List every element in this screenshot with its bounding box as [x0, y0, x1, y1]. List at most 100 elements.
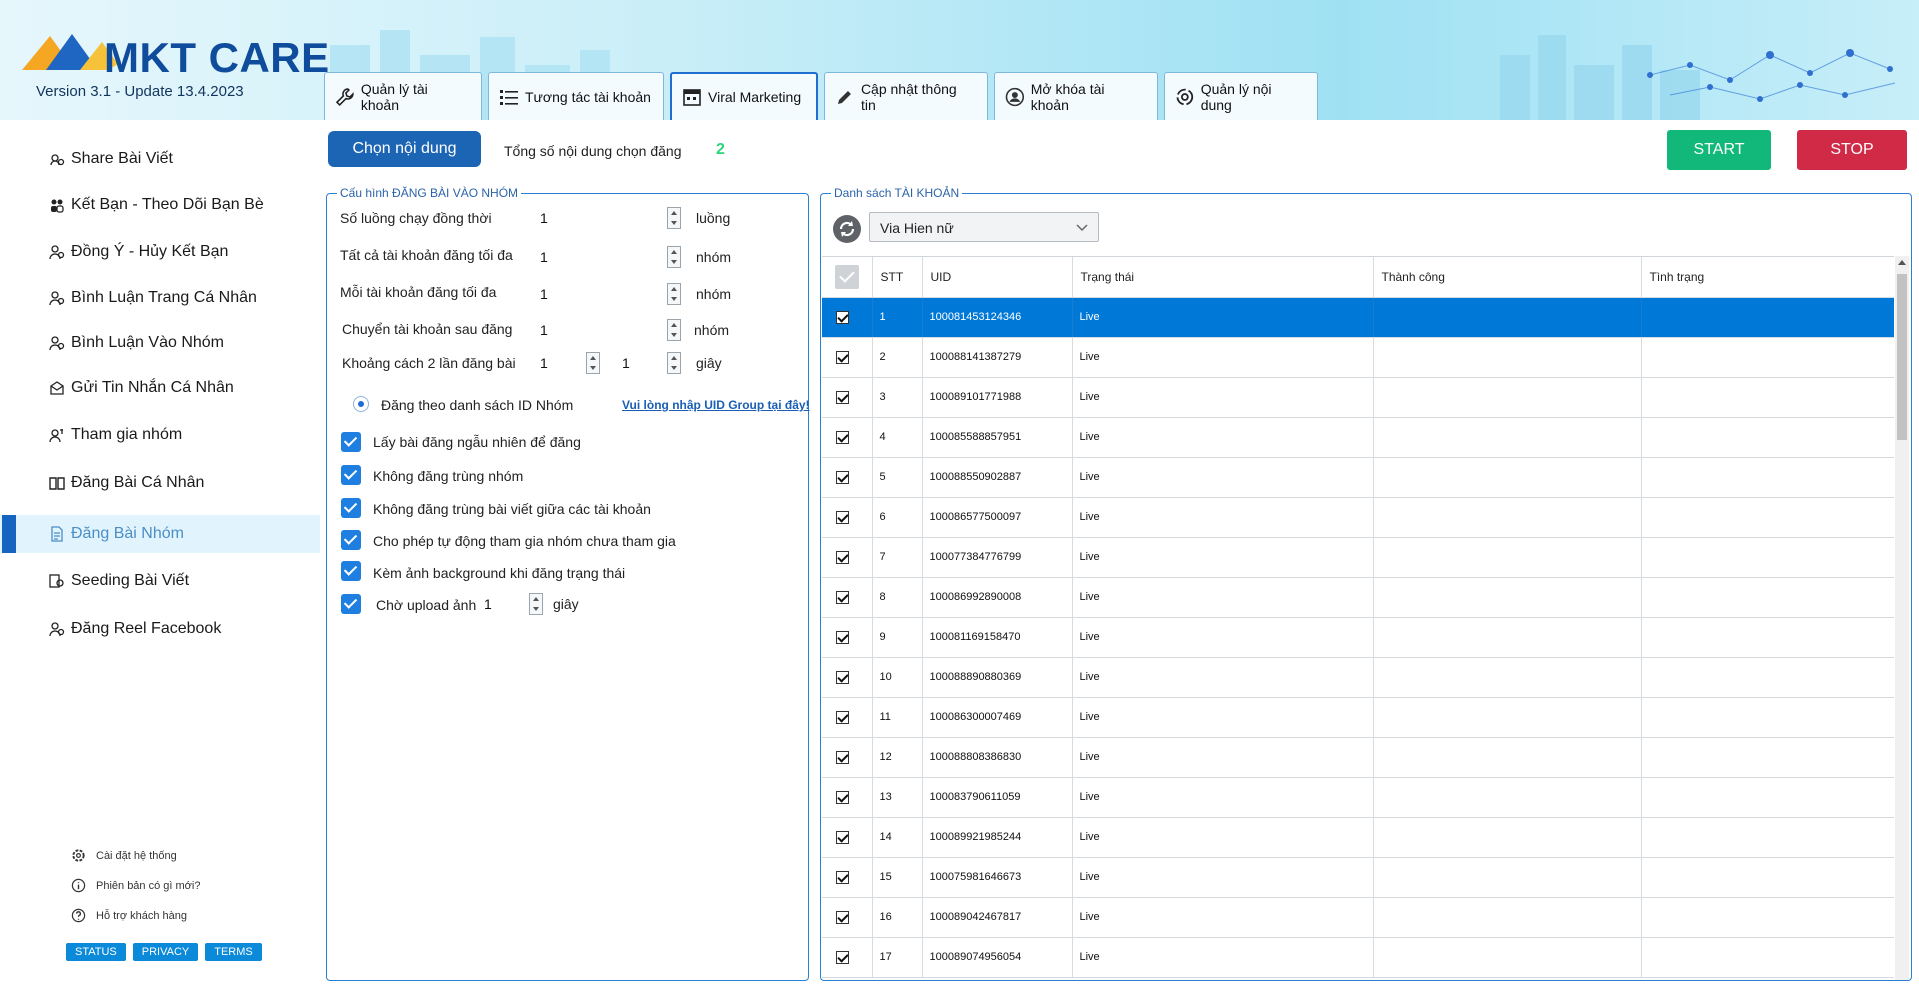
background-image-checkbox[interactable] [341, 561, 361, 581]
table-row[interactable]: 4 100085588857951 Live [822, 417, 1894, 458]
row-select-cell [822, 657, 873, 698]
all-max-input[interactable]: 1 [540, 249, 548, 265]
start-button[interactable]: START [1667, 130, 1771, 170]
table-row[interactable]: 3 100089101771988 Live [822, 377, 1894, 418]
row-checkbox[interactable] [836, 430, 849, 444]
table-row[interactable]: 10 100088890880369 Live [822, 657, 1894, 698]
row-checkbox[interactable] [836, 910, 849, 924]
settings-link[interactable]: Cài đặt hệ thống [71, 848, 177, 863]
no-duplicate-post-checkbox[interactable] [341, 498, 361, 518]
tab-unlock-account[interactable]: Mở khóa tài khoản [994, 72, 1158, 120]
random-post-checkbox[interactable] [341, 432, 361, 452]
table-row[interactable]: 5 100088550902887 Live [822, 457, 1894, 498]
tab-account-management[interactable]: Quản lý tài khoản [324, 72, 482, 120]
row-checkbox[interactable] [836, 790, 849, 804]
sidebar-item-reel[interactable]: Đăng Reel Facebook [0, 610, 320, 648]
row-uid: 100089921985244 [922, 817, 1073, 858]
table-row[interactable]: 17 100089074956054 Live [822, 937, 1894, 978]
column-header-status[interactable]: Trạng thái [1072, 257, 1374, 298]
table-row[interactable]: 2 100088141387279 Live [822, 337, 1894, 378]
tab-update-info[interactable]: Cập nhật thông tin [824, 72, 988, 120]
support-link[interactable]: Hỗ trợ khách hàng [71, 908, 187, 923]
row-stt: 16 [872, 897, 923, 938]
select-all-cell[interactable] [822, 257, 873, 298]
row-checkbox[interactable] [836, 630, 849, 644]
terms-badge[interactable]: TERMS [205, 943, 262, 961]
tab-account-interaction[interactable]: Tương tác tài khoản [488, 72, 664, 120]
choose-content-button[interactable]: Chọn nội dung [328, 131, 481, 167]
table-row[interactable]: 14 100089921985244 Live [822, 817, 1894, 858]
group-id-list-radio[interactable] [353, 396, 369, 412]
sidebar-item-personal-post[interactable]: Đăng Bài Cá Nhân [0, 464, 320, 502]
table-scrollbar[interactable] [1895, 256, 1909, 980]
tab-viral-marketing[interactable]: Viral Marketing [670, 72, 818, 120]
sidebar-item-add-friend[interactable]: Kết Bạn - Theo Dõi Bạn Bè [0, 186, 320, 224]
sidebar-item-share-post[interactable]: Share Bài Viết [0, 140, 320, 178]
table-row[interactable]: 9 100081169158470 Live [822, 617, 1894, 658]
table-row[interactable]: 12 100088808386830 Live [822, 737, 1894, 778]
table-row[interactable]: 7 100077384776799 Live [822, 537, 1894, 578]
table-row[interactable]: 13 100083790611059 Live [822, 777, 1894, 818]
account-folder-select[interactable]: Via Hien nữ [869, 212, 1099, 242]
column-header-stt[interactable]: STT [872, 257, 923, 298]
row-checkbox[interactable] [836, 670, 849, 684]
row-state [1641, 377, 1894, 418]
switch-account-stepper[interactable] [667, 319, 681, 341]
scroll-up-arrow[interactable] [1898, 260, 1906, 265]
status-badge[interactable]: STATUS [66, 943, 126, 961]
table-row[interactable]: 16 100089042467817 Live [822, 897, 1894, 938]
sidebar-item-comment-profile[interactable]: Bình Luận Trang Cá Nhân [0, 279, 320, 317]
row-checkbox[interactable] [836, 550, 849, 564]
row-checkbox[interactable] [836, 750, 849, 764]
whats-new-link[interactable]: Phiên bản có gì mới? [71, 878, 200, 893]
table-row[interactable]: 6 100086577500097 Live [822, 497, 1894, 538]
column-header-state[interactable]: Tình trạng [1641, 257, 1894, 298]
sidebar-item-comment-group[interactable]: Bình Luận Vào Nhóm [0, 324, 320, 362]
column-header-uid[interactable]: UID [922, 257, 1073, 298]
row-checkbox[interactable] [836, 310, 849, 324]
column-header-success[interactable]: Thành công [1373, 257, 1642, 298]
row-checkbox[interactable] [836, 350, 849, 364]
row-uid: 100075981646673 [922, 857, 1073, 898]
refresh-button[interactable] [833, 215, 861, 243]
tab-content-management[interactable]: Quản lý nội dung [1164, 72, 1318, 120]
table-row[interactable]: 1 100081453124346 Live [822, 297, 1894, 338]
upload-wait-checkbox[interactable] [341, 594, 361, 614]
each-max-input[interactable]: 1 [540, 286, 548, 302]
interval-from-stepper[interactable] [586, 352, 600, 374]
row-checkbox[interactable] [836, 830, 849, 844]
sidebar-item-join-group[interactable]: Tham gia nhóm [0, 416, 320, 454]
enter-uid-group-link[interactable]: Vui lòng nhập UID Group tại đây! [622, 398, 810, 412]
row-checkbox[interactable] [836, 390, 849, 404]
interval-to-input[interactable]: 1 [622, 355, 630, 371]
table-row[interactable]: 15 100075981646673 Live [822, 857, 1894, 898]
sidebar-item-group-post[interactable]: Đăng Bài Nhóm [0, 515, 320, 553]
interval-to-stepper[interactable] [667, 352, 681, 374]
sidebar-item-send-message[interactable]: Gửi Tin Nhắn Cá Nhân [0, 369, 320, 407]
row-checkbox[interactable] [836, 870, 849, 884]
upload-wait-stepper[interactable] [529, 593, 543, 615]
sidebar-item-seeding[interactable]: Seeding Bài Viết [0, 562, 320, 600]
threads-input[interactable]: 1 [540, 210, 548, 226]
no-duplicate-group-checkbox[interactable] [341, 465, 361, 485]
sidebar-item-accept-friend[interactable]: Đồng Ý - Hủy Kết Bạn [0, 233, 320, 271]
auto-join-group-checkbox[interactable] [341, 530, 361, 550]
upload-wait-input[interactable]: 1 [484, 596, 492, 612]
row-checkbox[interactable] [836, 590, 849, 604]
privacy-badge[interactable]: PRIVACY [132, 943, 199, 961]
select-all-checkbox[interactable] [835, 264, 859, 289]
row-checkbox[interactable] [836, 950, 849, 964]
switch-account-input[interactable]: 1 [540, 322, 548, 338]
threads-stepper[interactable] [667, 207, 681, 229]
scroll-thumb[interactable] [1897, 274, 1907, 440]
row-checkbox[interactable] [836, 470, 849, 484]
table-row[interactable]: 8 100086992890008 Live [822, 577, 1894, 618]
all-max-stepper[interactable] [667, 246, 681, 268]
interval-from-input[interactable]: 1 [540, 355, 548, 371]
table-row[interactable]: 11 100086300007469 Live [822, 697, 1894, 738]
stop-button[interactable]: STOP [1797, 130, 1907, 170]
sidebar-item-label: Đăng Bài Cá Nhân [71, 474, 205, 491]
row-checkbox[interactable] [836, 710, 849, 724]
each-max-stepper[interactable] [667, 283, 681, 305]
row-checkbox[interactable] [836, 510, 849, 524]
